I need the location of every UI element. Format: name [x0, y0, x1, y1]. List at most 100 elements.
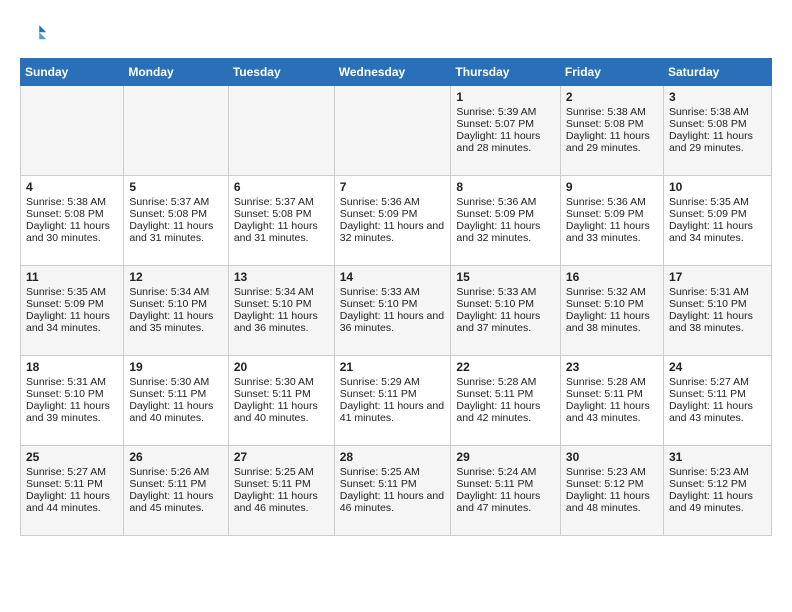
calendar-week-row: 18 Sunrise: 5:31 AM Sunset: 5:10 PM Dayl…	[21, 356, 772, 446]
day-number: 30	[566, 450, 658, 464]
sunrise-text: Sunrise: 5:33 AM	[340, 286, 420, 298]
sunrise-text: Sunrise: 5:35 AM	[669, 196, 749, 208]
day-number: 1	[456, 90, 554, 104]
sunset-text: Sunset: 5:11 PM	[234, 388, 311, 400]
day-number: 13	[234, 270, 329, 284]
sunset-text: Sunset: 5:10 PM	[669, 298, 747, 310]
calendar-cell: 14 Sunrise: 5:33 AM Sunset: 5:10 PM Dayl…	[334, 266, 451, 356]
sunrise-text: Sunrise: 5:35 AM	[26, 286, 106, 298]
daylight-text: Daylight: 11 hours and 36 minutes.	[234, 310, 318, 334]
day-number: 31	[669, 450, 766, 464]
sunset-text: Sunset: 5:08 PM	[566, 118, 644, 130]
sunset-text: Sunset: 5:09 PM	[456, 208, 534, 220]
calendar-week-row: 4 Sunrise: 5:38 AM Sunset: 5:08 PM Dayli…	[21, 176, 772, 266]
day-number: 5	[129, 180, 223, 194]
sunrise-text: Sunrise: 5:31 AM	[669, 286, 749, 298]
calendar-cell: 11 Sunrise: 5:35 AM Sunset: 5:09 PM Dayl…	[21, 266, 124, 356]
daylight-text: Daylight: 11 hours and 31 minutes.	[129, 220, 213, 244]
calendar-cell	[334, 86, 451, 176]
calendar-table: SundayMondayTuesdayWednesdayThursdayFrid…	[20, 58, 772, 536]
calendar-cell: 30 Sunrise: 5:23 AM Sunset: 5:12 PM Dayl…	[560, 446, 663, 536]
logo	[20, 20, 52, 48]
weekday-header: Sunday	[21, 59, 124, 86]
sunrise-text: Sunrise: 5:36 AM	[566, 196, 646, 208]
calendar-cell: 29 Sunrise: 5:24 AM Sunset: 5:11 PM Dayl…	[451, 446, 560, 536]
sunrise-text: Sunrise: 5:37 AM	[129, 196, 209, 208]
sunset-text: Sunset: 5:12 PM	[566, 478, 644, 490]
calendar-week-row: 1 Sunrise: 5:39 AM Sunset: 5:07 PM Dayli…	[21, 86, 772, 176]
daylight-text: Daylight: 11 hours and 40 minutes.	[234, 400, 318, 424]
day-number: 8	[456, 180, 554, 194]
sunset-text: Sunset: 5:11 PM	[456, 388, 533, 400]
daylight-text: Daylight: 11 hours and 34 minutes.	[26, 310, 110, 334]
calendar-cell: 28 Sunrise: 5:25 AM Sunset: 5:11 PM Dayl…	[334, 446, 451, 536]
calendar-cell: 17 Sunrise: 5:31 AM Sunset: 5:10 PM Dayl…	[663, 266, 771, 356]
calendar-cell: 7 Sunrise: 5:36 AM Sunset: 5:09 PM Dayli…	[334, 176, 451, 266]
logo-icon	[20, 20, 48, 48]
sunset-text: Sunset: 5:11 PM	[234, 478, 311, 490]
sunset-text: Sunset: 5:10 PM	[456, 298, 534, 310]
sunset-text: Sunset: 5:08 PM	[26, 208, 104, 220]
calendar-cell: 23 Sunrise: 5:28 AM Sunset: 5:11 PM Dayl…	[560, 356, 663, 446]
sunrise-text: Sunrise: 5:38 AM	[566, 106, 646, 118]
calendar-cell: 24 Sunrise: 5:27 AM Sunset: 5:11 PM Dayl…	[663, 356, 771, 446]
day-number: 17	[669, 270, 766, 284]
calendar-cell: 21 Sunrise: 5:29 AM Sunset: 5:11 PM Dayl…	[334, 356, 451, 446]
sunrise-text: Sunrise: 5:26 AM	[129, 466, 209, 478]
calendar-cell: 26 Sunrise: 5:26 AM Sunset: 5:11 PM Dayl…	[124, 446, 229, 536]
sunset-text: Sunset: 5:12 PM	[669, 478, 747, 490]
sunset-text: Sunset: 5:11 PM	[340, 478, 417, 490]
weekday-header: Wednesday	[334, 59, 451, 86]
daylight-text: Daylight: 11 hours and 30 minutes.	[26, 220, 110, 244]
sunset-text: Sunset: 5:11 PM	[26, 478, 103, 490]
calendar-cell	[228, 86, 334, 176]
sunrise-text: Sunrise: 5:32 AM	[566, 286, 646, 298]
calendar-cell: 3 Sunrise: 5:38 AM Sunset: 5:08 PM Dayli…	[663, 86, 771, 176]
calendar-cell: 16 Sunrise: 5:32 AM Sunset: 5:10 PM Dayl…	[560, 266, 663, 356]
sunset-text: Sunset: 5:09 PM	[669, 208, 747, 220]
sunset-text: Sunset: 5:11 PM	[129, 478, 206, 490]
sunset-text: Sunset: 5:11 PM	[669, 388, 746, 400]
day-number: 21	[340, 360, 446, 374]
sunset-text: Sunset: 5:11 PM	[340, 388, 417, 400]
sunset-text: Sunset: 5:09 PM	[26, 298, 104, 310]
day-number: 6	[234, 180, 329, 194]
daylight-text: Daylight: 11 hours and 28 minutes.	[456, 130, 540, 154]
daylight-text: Daylight: 11 hours and 46 minutes.	[340, 490, 444, 514]
sunrise-text: Sunrise: 5:33 AM	[456, 286, 536, 298]
day-number: 28	[340, 450, 446, 464]
calendar-body: 1 Sunrise: 5:39 AM Sunset: 5:07 PM Dayli…	[21, 86, 772, 536]
day-number: 23	[566, 360, 658, 374]
day-number: 12	[129, 270, 223, 284]
sunset-text: Sunset: 5:08 PM	[234, 208, 312, 220]
day-number: 29	[456, 450, 554, 464]
calendar-cell: 8 Sunrise: 5:36 AM Sunset: 5:09 PM Dayli…	[451, 176, 560, 266]
daylight-text: Daylight: 11 hours and 37 minutes.	[456, 310, 540, 334]
daylight-text: Daylight: 11 hours and 40 minutes.	[129, 400, 213, 424]
weekday-header: Monday	[124, 59, 229, 86]
daylight-text: Daylight: 11 hours and 32 minutes.	[456, 220, 540, 244]
day-number: 22	[456, 360, 554, 374]
day-number: 3	[669, 90, 766, 104]
day-number: 16	[566, 270, 658, 284]
sunrise-text: Sunrise: 5:27 AM	[669, 376, 749, 388]
page-header	[20, 20, 772, 48]
daylight-text: Daylight: 11 hours and 43 minutes.	[669, 400, 753, 424]
daylight-text: Daylight: 11 hours and 49 minutes.	[669, 490, 753, 514]
sunrise-text: Sunrise: 5:37 AM	[234, 196, 314, 208]
daylight-text: Daylight: 11 hours and 46 minutes.	[234, 490, 318, 514]
daylight-text: Daylight: 11 hours and 41 minutes.	[340, 400, 444, 424]
day-number: 27	[234, 450, 329, 464]
sunrise-text: Sunrise: 5:28 AM	[566, 376, 646, 388]
sunrise-text: Sunrise: 5:34 AM	[129, 286, 209, 298]
daylight-text: Daylight: 11 hours and 48 minutes.	[566, 490, 650, 514]
sunset-text: Sunset: 5:11 PM	[566, 388, 643, 400]
sunrise-text: Sunrise: 5:25 AM	[234, 466, 314, 478]
calendar-cell: 19 Sunrise: 5:30 AM Sunset: 5:11 PM Dayl…	[124, 356, 229, 446]
calendar-cell: 10 Sunrise: 5:35 AM Sunset: 5:09 PM Dayl…	[663, 176, 771, 266]
weekday-header: Thursday	[451, 59, 560, 86]
calendar-week-row: 25 Sunrise: 5:27 AM Sunset: 5:11 PM Dayl…	[21, 446, 772, 536]
daylight-text: Daylight: 11 hours and 44 minutes.	[26, 490, 110, 514]
daylight-text: Daylight: 11 hours and 31 minutes.	[234, 220, 318, 244]
sunset-text: Sunset: 5:10 PM	[129, 298, 207, 310]
